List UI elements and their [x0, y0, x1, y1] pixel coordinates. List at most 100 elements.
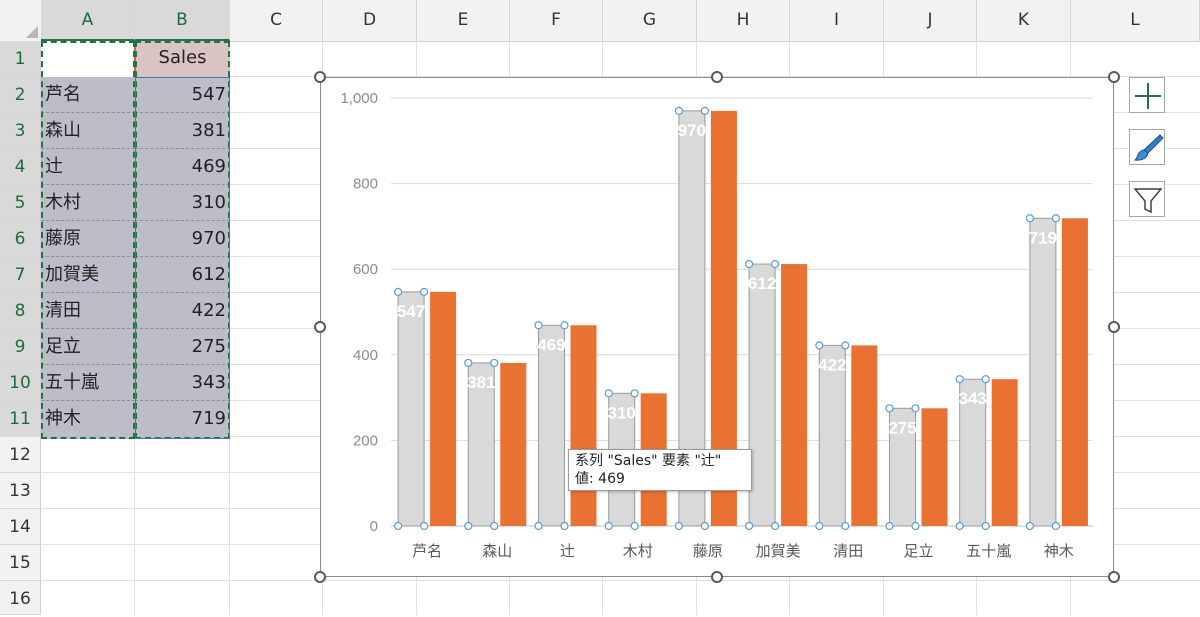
- bar-series-2: [781, 264, 808, 526]
- resize-handle-bottom[interactable]: [711, 571, 723, 583]
- bar-selection-handle: [771, 521, 780, 531]
- row-header-9[interactable]: 9: [0, 329, 41, 365]
- column-header-e[interactable]: E: [417, 0, 510, 41]
- bar-selection-handle: [771, 259, 780, 269]
- column-header-i[interactable]: I: [790, 0, 884, 41]
- resize-handle-top-right[interactable]: [1108, 71, 1120, 83]
- bar-selection-handle: [1025, 521, 1035, 531]
- row-header-7[interactable]: 7: [0, 257, 41, 293]
- data-label: 719: [1029, 228, 1057, 247]
- column-header-h[interactable]: H: [697, 0, 790, 41]
- resize-handle-bottom-left[interactable]: [314, 571, 326, 583]
- data-label: 612: [748, 274, 776, 293]
- bar-selection-handle: [674, 106, 683, 115]
- bar-series-2: [430, 291, 457, 526]
- x-tick-label: 辻: [560, 542, 575, 560]
- column-header-a[interactable]: A: [41, 0, 135, 41]
- row-header-4[interactable]: 4: [0, 149, 41, 185]
- bar-selection-handle: [604, 521, 613, 531]
- bar-selection-handle: [604, 389, 613, 398]
- row-header-2[interactable]: 2: [0, 77, 41, 113]
- bar-selection-handle: [815, 521, 824, 531]
- bar-series-2: [921, 408, 948, 526]
- bar-selection-handle: [630, 521, 639, 531]
- bar-selection-handle: [955, 375, 964, 384]
- chart-area[interactable]: 0 200 400 600 800 1,000 547 芦名 381 森山 469 辻 310 木村 970…: [320, 77, 1114, 577]
- series-value-range: [135, 77, 230, 439]
- bar-selection-handle: [534, 521, 543, 531]
- data-label: 547: [397, 302, 425, 321]
- column-header-j[interactable]: J: [884, 0, 977, 41]
- x-tick-label: 清田: [833, 542, 863, 560]
- x-tick-label: 加賀美: [756, 542, 801, 560]
- data-label: 469: [537, 335, 565, 354]
- bar-selection-handle: [490, 521, 499, 531]
- tooltip-value-line: 値: 469: [575, 471, 625, 487]
- row-header-10[interactable]: 10: [0, 365, 41, 401]
- row-header-15[interactable]: 15: [0, 545, 41, 581]
- bar-selection-handle: [393, 521, 403, 531]
- bar-series-2: [851, 345, 878, 526]
- column-header-k[interactable]: K: [977, 0, 1071, 41]
- column-header-b[interactable]: B: [135, 0, 230, 41]
- bar-selection-handle: [911, 404, 920, 413]
- bar-selection-handle: [393, 287, 403, 296]
- x-tick-label: 藤原: [693, 542, 723, 560]
- column-header-f[interactable]: F: [510, 0, 603, 41]
- bar-selection-handle: [815, 341, 824, 350]
- column-header-l[interactable]: L: [1071, 0, 1200, 41]
- bar-selection-handle: [841, 521, 850, 531]
- bar-series-2: [1061, 218, 1088, 526]
- bar-series-2: [500, 362, 527, 526]
- resize-handle-left[interactable]: [314, 321, 326, 333]
- bar-series-1: [397, 291, 425, 527]
- y-tick-label: 1,000: [340, 90, 378, 107]
- bar-selection-handle: [1051, 214, 1061, 223]
- column-header-c[interactable]: C: [230, 0, 323, 41]
- bar-selection-handle: [560, 321, 569, 330]
- x-tick-label: 森山: [482, 542, 512, 560]
- y-tick-label: 800: [353, 176, 378, 193]
- bar-selection-handle: [885, 404, 894, 413]
- row-header-1[interactable]: 1: [0, 41, 41, 77]
- row-header-13[interactable]: 13: [0, 473, 41, 509]
- y-tick-label: 0: [370, 518, 378, 535]
- chart-filters-button[interactable]: [1129, 181, 1165, 217]
- select-all-corner[interactable]: [0, 0, 42, 41]
- bar-selection-handle: [885, 521, 894, 531]
- data-label: 310: [608, 403, 636, 422]
- resize-handle-top-left[interactable]: [314, 71, 326, 83]
- resize-handle-top[interactable]: [711, 71, 723, 83]
- column-header-d[interactable]: D: [323, 0, 417, 41]
- data-label: 422: [818, 355, 846, 374]
- bar-selection-handle: [630, 389, 639, 398]
- row-header-16[interactable]: 16: [0, 581, 41, 615]
- row-header-5[interactable]: 5: [0, 185, 41, 221]
- column-header-g[interactable]: G: [603, 0, 697, 41]
- row-header-14[interactable]: 14: [0, 509, 41, 545]
- resize-handle-right[interactable]: [1108, 321, 1120, 333]
- bar-selection-handle: [745, 259, 754, 269]
- bar-series-1: [1029, 217, 1057, 527]
- row-header-8[interactable]: 8: [0, 293, 41, 329]
- bar-selection-handle: [464, 521, 473, 531]
- chart-elements-button[interactable]: [1129, 77, 1165, 113]
- row-header-12[interactable]: 12: [0, 437, 41, 473]
- row-header-11[interactable]: 11: [0, 401, 41, 437]
- copy-marquee-a: [41, 41, 135, 439]
- bar-series-1: [748, 263, 776, 527]
- chart-styles-button[interactable]: [1129, 129, 1165, 165]
- bar-series-1: [538, 324, 565, 527]
- resize-handle-bottom-right[interactable]: [1108, 571, 1120, 583]
- y-tick-label: 200: [353, 432, 378, 449]
- x-tick-label: 足立: [903, 542, 933, 560]
- x-tick-label: 五十嵐: [966, 542, 1011, 560]
- brush-icon: [1133, 134, 1164, 161]
- row-header-6[interactable]: 6: [0, 221, 41, 257]
- filter-icon: [1133, 188, 1163, 214]
- bar-selection-handle: [560, 521, 569, 531]
- row-header-3[interactable]: 3: [0, 113, 41, 149]
- x-tick-label: 芦名: [412, 542, 442, 560]
- tooltip-series-line: 系列 "Sales" 要素 "辻": [575, 453, 722, 469]
- data-label: 275: [888, 418, 916, 437]
